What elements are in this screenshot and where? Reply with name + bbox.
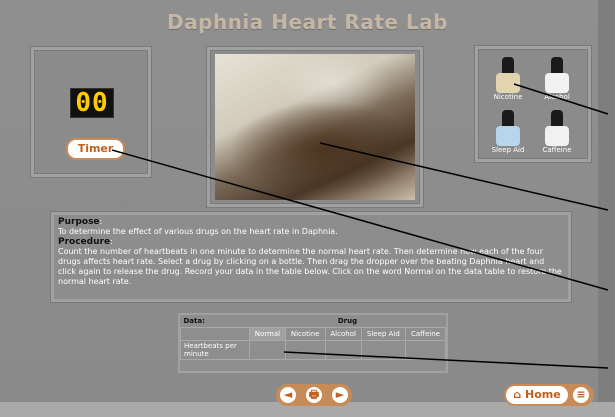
home-button[interactable]: ⌂ Home — [506, 386, 568, 404]
right-edge — [598, 0, 615, 417]
column-normal[interactable]: Normal — [249, 327, 286, 341]
home-label: Home — [525, 388, 561, 401]
data-cell-caffeine[interactable] — [404, 340, 447, 360]
purpose-heading: Purpose — [58, 217, 100, 227]
data-table-title: Data: — [183, 317, 205, 325]
column-alcohol: Alcohol — [324, 327, 362, 341]
timer-button[interactable]: Timer — [66, 138, 125, 160]
menu-icon[interactable]: ≡ — [571, 385, 591, 405]
bottle-icon — [545, 126, 569, 146]
blank-cell — [180, 327, 250, 341]
procedure-text: Count the number of heartbeats in one mi… — [58, 247, 562, 286]
purpose-text: To determine the effect of various drugs… — [58, 227, 338, 236]
video-panel — [207, 47, 423, 207]
alcohol-bottle[interactable]: Alcohol — [534, 57, 580, 105]
next-button[interactable]: ► — [330, 385, 350, 405]
bottle-icon — [545, 73, 569, 93]
print-button[interactable]: 🖶 — [304, 385, 324, 405]
sleep-aid-bottle[interactable]: Sleep Aid — [485, 110, 531, 158]
column-nicotine: Nicotine — [284, 327, 326, 341]
bottle-label: Caffeine — [542, 146, 572, 154]
bottle-label: Nicotine — [493, 93, 523, 101]
data-cell-normal[interactable] — [249, 340, 286, 360]
home-group: ⌂ Home ≡ — [504, 384, 594, 406]
caffeine-bottle[interactable]: Caffeine — [534, 110, 580, 158]
bottle-icon — [496, 126, 520, 146]
page-title: Daphnia Heart Rate Lab — [167, 10, 448, 34]
data-table: Data: Drug Normal Nicotine Alcohol Sleep… — [178, 313, 448, 373]
data-cell-nicotine[interactable] — [284, 340, 326, 360]
timer-panel: 00 Timer — [31, 47, 151, 177]
drug-panel: Nicotine Alcohol Sleep Aid Caffeine — [475, 46, 591, 162]
instructions-panel: Purpose: To determine the effect of vari… — [51, 212, 571, 302]
daphnia-video[interactable] — [215, 54, 415, 200]
drug-group-header: Drug — [337, 317, 358, 325]
bottle-label: Alcohol — [544, 93, 570, 101]
data-cell-alcohol[interactable] — [324, 340, 362, 360]
page-nav: ◄ 🖶 ► — [276, 384, 352, 406]
bottle-icon — [496, 73, 520, 93]
column-caffeine: Caffeine — [404, 327, 447, 341]
data-cell-sleep-aid[interactable] — [360, 340, 406, 360]
bottle-label: Sleep Aid — [491, 146, 525, 154]
nicotine-bottle[interactable]: Nicotine — [485, 57, 531, 105]
column-sleep-aid: Sleep Aid — [360, 327, 406, 341]
row-label-heartbeats: Heartbeats per minute — [180, 340, 250, 360]
prev-button[interactable]: ◄ — [278, 385, 298, 405]
timer-display: 00 — [70, 88, 114, 118]
procedure-heading: Procedure — [58, 237, 111, 247]
